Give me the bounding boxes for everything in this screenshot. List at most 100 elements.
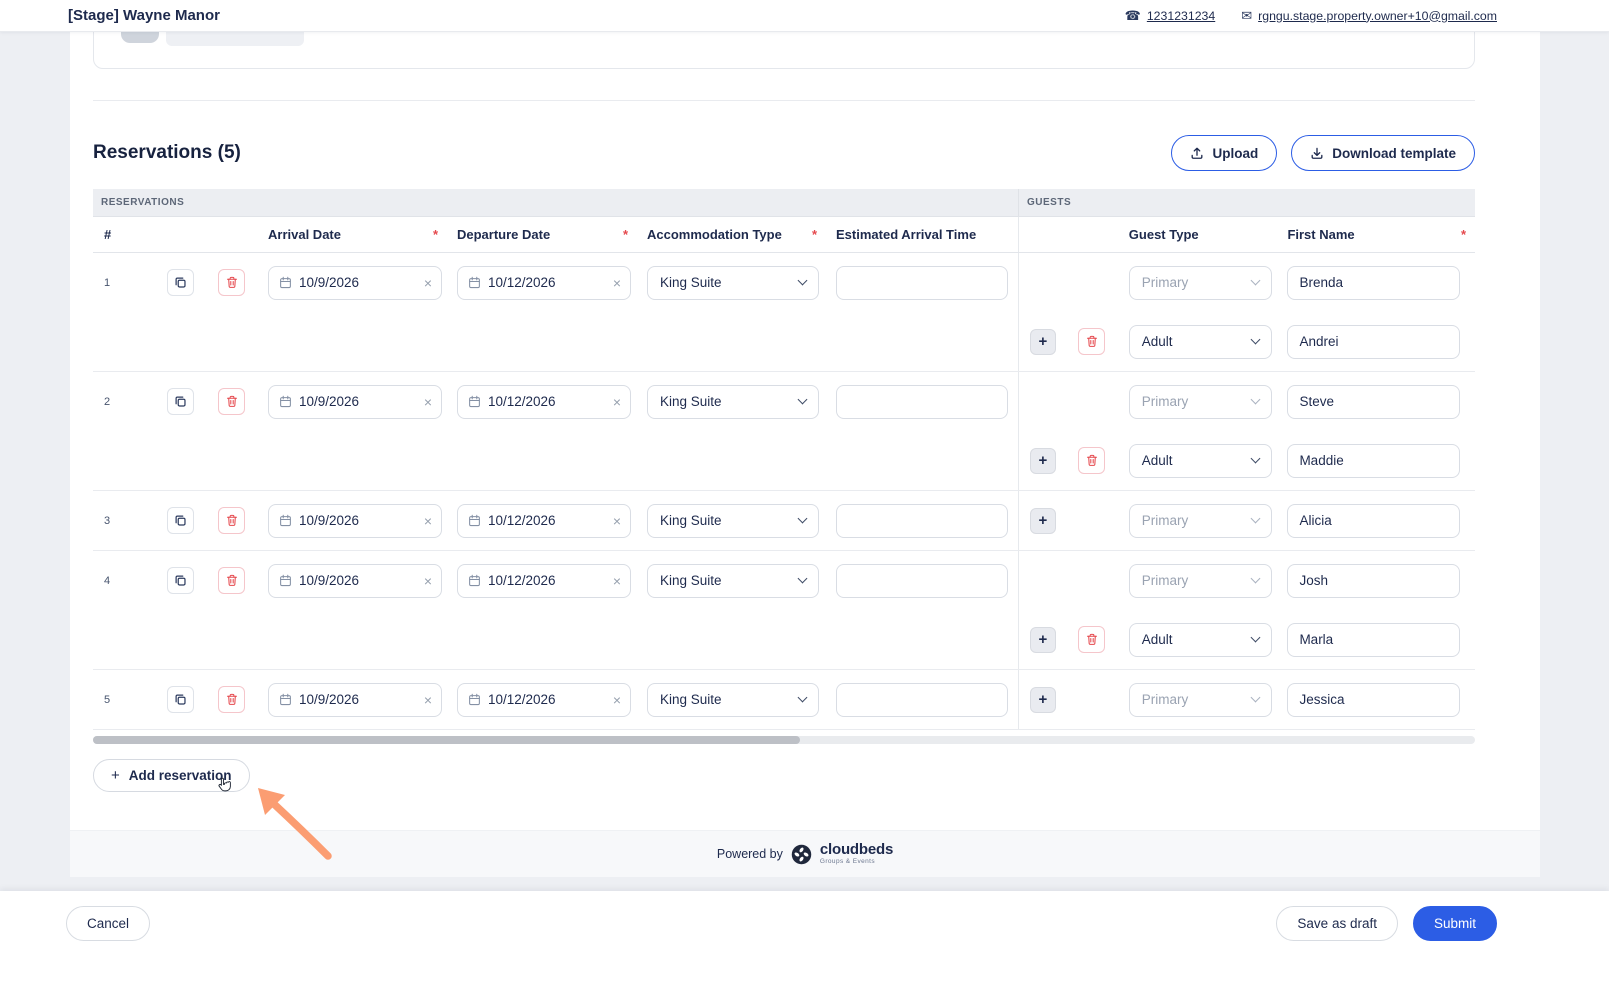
clear-icon[interactable]: × (613, 394, 621, 410)
chevron-down-icon (1250, 574, 1260, 584)
guest-type-select[interactable]: Primary (1129, 564, 1272, 598)
calendar-icon (279, 693, 292, 706)
guest-type-select[interactable]: Primary (1129, 385, 1272, 419)
departure-date-input[interactable]: 10/12/2026× (457, 504, 631, 538)
copy-icon (174, 693, 187, 706)
delete-reservation-button[interactable] (218, 686, 245, 713)
submit-button[interactable]: Submit (1413, 906, 1497, 941)
col-header-guest-type: Guest Type (1129, 227, 1199, 242)
arrival-date-input[interactable]: 10/9/2026× (268, 504, 442, 538)
reservation-row: 310/9/2026×10/12/2026×King Suite+Primary… (93, 491, 1475, 551)
arrival-date-input[interactable]: 10/9/2026× (268, 385, 442, 419)
first-name-input[interactable]: Josh (1287, 564, 1460, 598)
first-name-input[interactable]: Andrei (1287, 325, 1460, 359)
chevron-down-icon (1250, 693, 1260, 703)
accommodation-type-select[interactable]: King Suite (647, 683, 819, 717)
guest-type-select[interactable]: Primary (1129, 683, 1272, 717)
estimated-arrival-time-input[interactable] (836, 385, 1008, 419)
top-bar: [Stage] Wayne Manor ☎ 1231231234 ✉ rgngu… (0, 0, 1609, 32)
guest-type-select[interactable]: Adult (1129, 444, 1272, 478)
accommodation-type-select[interactable]: King Suite (647, 504, 819, 538)
departure-date-input[interactable]: 10/12/2026× (457, 266, 631, 300)
save-as-draft-button[interactable]: Save as draft (1276, 906, 1398, 941)
first-name-input[interactable]: Marla (1287, 623, 1460, 657)
add-guest-button[interactable]: + (1030, 448, 1056, 474)
add-guest-button[interactable]: + (1030, 627, 1056, 653)
phone-link[interactable]: ☎ 1231231234 (1125, 8, 1216, 24)
first-name-input[interactable]: Maddie (1287, 444, 1460, 478)
clear-icon[interactable]: × (613, 275, 621, 291)
col-header-index: # (104, 227, 111, 242)
chevron-down-icon (798, 693, 808, 703)
copy-reservation-button[interactable] (167, 269, 194, 296)
reservations-heading: Reservations (5) (93, 142, 241, 164)
clear-icon[interactable]: × (613, 513, 621, 529)
download-template-label: Download template (1332, 146, 1456, 161)
delete-guest-button[interactable] (1078, 447, 1105, 474)
arrival-date-input[interactable]: 10/9/2026 × (268, 564, 442, 598)
date-value: 10/9/2026 (299, 573, 417, 588)
phone-number: 1231231234 (1147, 9, 1215, 23)
email-link[interactable]: ✉ rgngu.stage.property.owner+10@gmail.co… (1241, 8, 1497, 24)
first-name-value: Josh (1299, 573, 1328, 588)
horizontal-scrollbar[interactable] (93, 736, 1475, 744)
upload-button[interactable]: Upload (1171, 135, 1277, 171)
guest-type-select[interactable]: Adult (1129, 623, 1272, 657)
select-value: Primary (1142, 573, 1244, 588)
group-header-row: RESERVATIONS GUESTS (93, 189, 1475, 217)
calendar-icon (279, 514, 292, 527)
clear-icon[interactable]: × (613, 692, 621, 708)
delete-reservation-button[interactable] (218, 507, 245, 534)
date-value: 10/12/2026 (488, 573, 606, 588)
arrival-date-input[interactable]: 10/9/2026× (268, 683, 442, 717)
departure-date-input[interactable]: 10/12/2026× (457, 385, 631, 419)
add-guest-button[interactable]: + (1030, 329, 1056, 355)
guest-type-select[interactable]: Primary (1129, 266, 1272, 300)
first-name-input[interactable]: Jessica (1287, 683, 1460, 717)
estimated-arrival-time-input[interactable] (836, 683, 1008, 717)
copy-reservation-button[interactable] (167, 507, 194, 534)
delete-reservation-button[interactable] (218, 269, 245, 296)
clear-icon[interactable]: × (424, 573, 432, 589)
section-divider (93, 100, 1475, 101)
departure-date-input[interactable]: 10/12/2026× (457, 683, 631, 717)
estimated-arrival-time-input[interactable] (836, 266, 1008, 300)
clear-icon[interactable]: × (613, 573, 621, 589)
scrollbar-thumb[interactable] (93, 736, 800, 744)
email-address: rgngu.stage.property.owner+10@gmail.com (1258, 9, 1497, 23)
clear-icon[interactable]: × (424, 513, 432, 529)
plus-icon: + (1039, 691, 1048, 708)
copy-reservation-button[interactable] (167, 567, 194, 594)
estimated-arrival-time-input[interactable] (836, 504, 1008, 538)
copy-reservation-button[interactable] (167, 388, 194, 415)
delete-guest-button[interactable] (1078, 328, 1105, 355)
delete-guest-button[interactable] (1078, 626, 1105, 653)
arrival-date-input[interactable]: 10/9/2026× (268, 266, 442, 300)
accommodation-type-select[interactable]: King Suite (647, 385, 819, 419)
clear-icon[interactable]: × (424, 692, 432, 708)
first-name-input[interactable]: Steve (1287, 385, 1460, 419)
calendar-icon (468, 276, 481, 289)
first-name-input[interactable]: Brenda (1287, 266, 1460, 300)
delete-reservation-button[interactable] (218, 567, 245, 594)
copy-icon (174, 574, 187, 587)
first-name-value: Jessica (1299, 692, 1344, 707)
cancel-button[interactable]: Cancel (66, 906, 150, 941)
clear-icon[interactable]: × (424, 394, 432, 410)
delete-reservation-button[interactable] (218, 388, 245, 415)
row-index: 5 (104, 694, 110, 706)
accommodation-type-select[interactable]: King Suite (647, 266, 819, 300)
copy-reservation-button[interactable] (167, 686, 194, 713)
guest-type-select[interactable]: Adult (1129, 325, 1272, 359)
chevron-down-icon (798, 574, 808, 584)
add-guest-button[interactable]: + (1030, 687, 1056, 713)
estimated-arrival-time-input[interactable] (836, 564, 1008, 598)
clear-icon[interactable]: × (424, 275, 432, 291)
first-name-value: Andrei (1299, 334, 1338, 349)
download-template-button[interactable]: Download template (1291, 135, 1475, 171)
guest-type-select[interactable]: Primary (1129, 504, 1272, 538)
departure-date-input[interactable]: 10/12/2026 × (457, 564, 631, 598)
first-name-input[interactable]: Alicia (1287, 504, 1460, 538)
add-guest-button[interactable]: + (1030, 508, 1056, 534)
accommodation-type-select[interactable]: King Suite (647, 564, 819, 598)
